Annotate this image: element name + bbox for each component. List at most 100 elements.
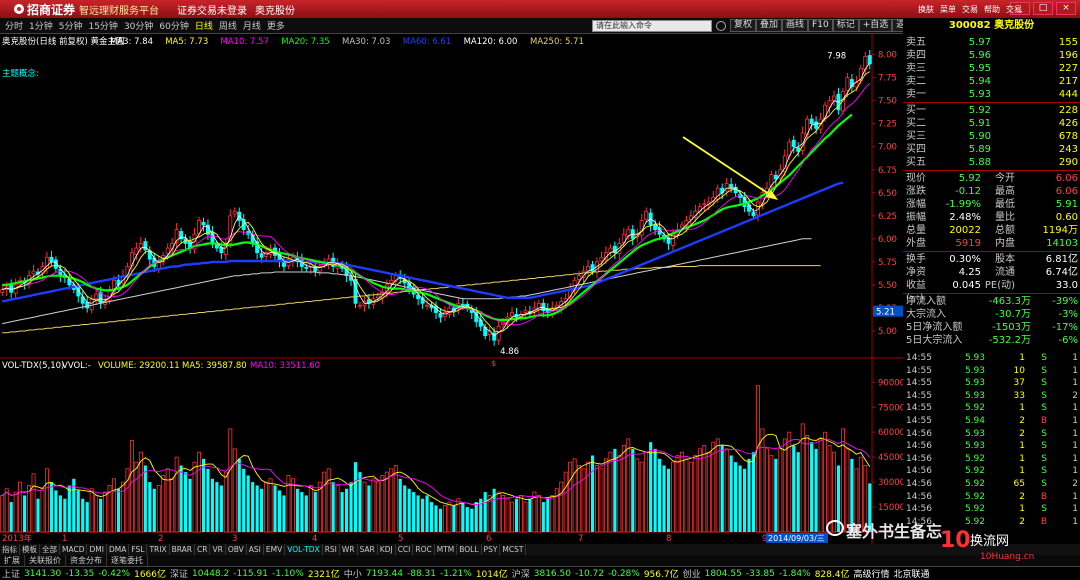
indicator-tab-21[interactable]: MTM bbox=[435, 544, 458, 555]
tool-button-5[interactable]: +自选 bbox=[858, 19, 893, 32]
tick-row: 14:56 5.93 1 S 1 bbox=[903, 440, 1080, 453]
period-tab-7[interactable]: 周线 bbox=[218, 19, 238, 32]
candle-body bbox=[809, 118, 814, 125]
nav-trade-2[interactable]: 交易 bbox=[1006, 4, 1022, 15]
period-tab-4[interactable]: 30分钟 bbox=[123, 19, 154, 32]
nav-help[interactable]: 帮助 bbox=[984, 4, 1000, 15]
period-tab-5[interactable]: 60分钟 bbox=[158, 19, 189, 32]
maximize-button[interactable]: □ bbox=[1033, 2, 1053, 15]
candle-body bbox=[791, 139, 796, 148]
indicator-tab-9[interactable]: CR bbox=[195, 544, 211, 555]
index-amount: 828.4亿 bbox=[814, 570, 850, 580]
quote-label: 总额 bbox=[995, 225, 1015, 236]
indicator-tab-5[interactable]: DMA bbox=[107, 544, 130, 555]
period-tab-3[interactable]: 15分钟 bbox=[87, 19, 118, 32]
bids-row[interactable]: 买二 5.91 426 bbox=[903, 117, 1080, 130]
volume-bar bbox=[255, 485, 259, 532]
tool-button-2[interactable]: 画线 bbox=[782, 19, 809, 32]
nav-skin[interactable]: 换肤 bbox=[918, 4, 934, 15]
tool-button-1[interactable]: 叠加 bbox=[756, 19, 783, 32]
period-tab-1[interactable]: 1分钟 bbox=[28, 19, 54, 32]
bids-row[interactable]: 买一 5.92 228 bbox=[903, 104, 1080, 117]
period-tab-0[interactable]: 分时 bbox=[4, 19, 24, 32]
indicator-tab-0[interactable]: 指标 bbox=[0, 544, 20, 555]
bids-row[interactable]: 买五 5.88 290 bbox=[903, 156, 1080, 169]
candle-body bbox=[523, 310, 528, 313]
indicator-tab-18[interactable]: KDJ bbox=[378, 544, 396, 555]
indicator-tab-1[interactable]: 模板 bbox=[20, 544, 40, 555]
asks-row[interactable]: 卖五 5.97 155 bbox=[903, 36, 1080, 49]
period-tab-6[interactable]: 日线 bbox=[194, 19, 214, 32]
indicator-tab-3[interactable]: MACD bbox=[60, 544, 88, 555]
indicator-tab-10[interactable]: VR bbox=[210, 544, 226, 555]
indicator-tab-24[interactable]: MCST bbox=[500, 544, 527, 555]
indicator-tab-2[interactable]: 全部 bbox=[40, 544, 60, 555]
candle-body bbox=[358, 304, 362, 307]
indicator-tab-23[interactable]: PSY bbox=[482, 544, 501, 555]
indicator-tab-17[interactable]: SAR bbox=[358, 544, 378, 555]
sub-tab-0[interactable]: 扩展 bbox=[0, 555, 25, 566]
volume-bar bbox=[662, 465, 666, 532]
indicator-tab-11[interactable]: OBV bbox=[226, 544, 247, 555]
sub-tab-1[interactable]: 关联报价 bbox=[25, 555, 66, 566]
tick-count: 1 bbox=[1072, 491, 1078, 502]
indicator-tab-15[interactable]: RSI bbox=[323, 544, 340, 555]
indicator-tab-19[interactable]: CCI bbox=[396, 544, 414, 555]
ob-volume: 227 bbox=[1058, 63, 1078, 74]
index-name[interactable]: 上证 bbox=[2, 567, 20, 580]
indicator-tab-14[interactable]: VOL-TDX bbox=[285, 544, 323, 555]
tool-button-0[interactable]: 复权 bbox=[730, 19, 757, 32]
period-tab-2[interactable]: 5分钟 bbox=[58, 19, 84, 32]
kline-chart[interactable]: 奥克股份(日线 前复权) 黄金主图MA3: 7.84 MA5: 7.73 MA10:… bbox=[0, 34, 903, 544]
status-right-1: 北京联通 bbox=[893, 570, 930, 580]
sub-tab-3[interactable]: 逐笔委托 bbox=[107, 555, 148, 566]
index-name[interactable]: 深证 bbox=[170, 567, 188, 580]
nav-trade[interactable]: 交易 bbox=[962, 4, 978, 15]
index-change: -33.85 bbox=[745, 568, 775, 579]
current-stock-link[interactable]: 奥克股份 bbox=[255, 2, 295, 17]
indicator-tab-4[interactable]: DMI bbox=[87, 544, 107, 555]
quote-label: 涨跌 bbox=[906, 186, 926, 197]
asks-row[interactable]: 卖二 5.94 217 bbox=[903, 75, 1080, 88]
indicator-tab-13[interactable]: EMV bbox=[264, 544, 286, 555]
tick-price: 5.93 bbox=[964, 378, 985, 389]
indicator-tab-12[interactable]: ASI bbox=[247, 544, 264, 555]
quote-value: 0.045 bbox=[952, 280, 981, 291]
asks-row[interactable]: 卖三 5.95 227 bbox=[903, 62, 1080, 75]
ma-legend-MA20: MA20: 7.35 bbox=[281, 37, 329, 47]
tool-button-3[interactable]: F10 bbox=[808, 19, 833, 32]
price-tick-label: 6.00 bbox=[878, 235, 897, 245]
bids-row[interactable]: 买四 5.89 243 bbox=[903, 143, 1080, 156]
index-name[interactable]: 中小 bbox=[344, 567, 362, 580]
search-icon[interactable] bbox=[716, 21, 726, 31]
candle-body bbox=[751, 211, 756, 217]
index-name[interactable]: 创业 bbox=[683, 567, 701, 580]
asks-row[interactable]: 卖四 5.96 196 bbox=[903, 49, 1080, 62]
asks-row[interactable]: 卖一 5.93 444 bbox=[903, 88, 1080, 101]
command-input[interactable]: 请在此输入命令 bbox=[592, 20, 712, 32]
bids-row[interactable]: 买三 5.90 678 bbox=[903, 130, 1080, 143]
tool-button-4[interactable]: 标记 bbox=[832, 19, 859, 32]
volume-bar bbox=[210, 478, 214, 532]
index-change: -115.91 bbox=[233, 568, 268, 579]
quote-label: 收益(一) bbox=[906, 280, 926, 304]
close-button[interactable]: × bbox=[1056, 2, 1076, 15]
nav-menu[interactable]: 菜单 bbox=[940, 4, 956, 15]
ob-volume: 196 bbox=[1058, 50, 1078, 61]
indicator-tab-22[interactable]: BOLL bbox=[457, 544, 482, 555]
indicator-tab-8[interactable]: BRAR bbox=[170, 544, 196, 555]
sub-tab-2[interactable]: 资金分布 bbox=[66, 555, 107, 566]
period-tab-8[interactable]: 月线 bbox=[242, 19, 262, 32]
indicator-tab-7[interactable]: TRIX bbox=[147, 544, 170, 555]
candle-body bbox=[729, 184, 734, 189]
candle-body bbox=[653, 224, 658, 231]
indicator-tab-20[interactable]: ROC bbox=[413, 544, 435, 555]
ob-volume: 678 bbox=[1058, 131, 1078, 142]
flow-value: -30.7万 bbox=[995, 309, 1031, 320]
period-tab-9[interactable]: 更多 bbox=[266, 19, 286, 32]
trade-login-link[interactable]: 证券交易未登录 bbox=[177, 2, 247, 17]
index-name[interactable]: 沪深 bbox=[512, 567, 530, 580]
indicator-tab-6[interactable]: FSL bbox=[129, 544, 148, 555]
indicator-tab-16[interactable]: WR bbox=[340, 544, 358, 555]
tick-volume: 2 bbox=[1019, 491, 1025, 502]
